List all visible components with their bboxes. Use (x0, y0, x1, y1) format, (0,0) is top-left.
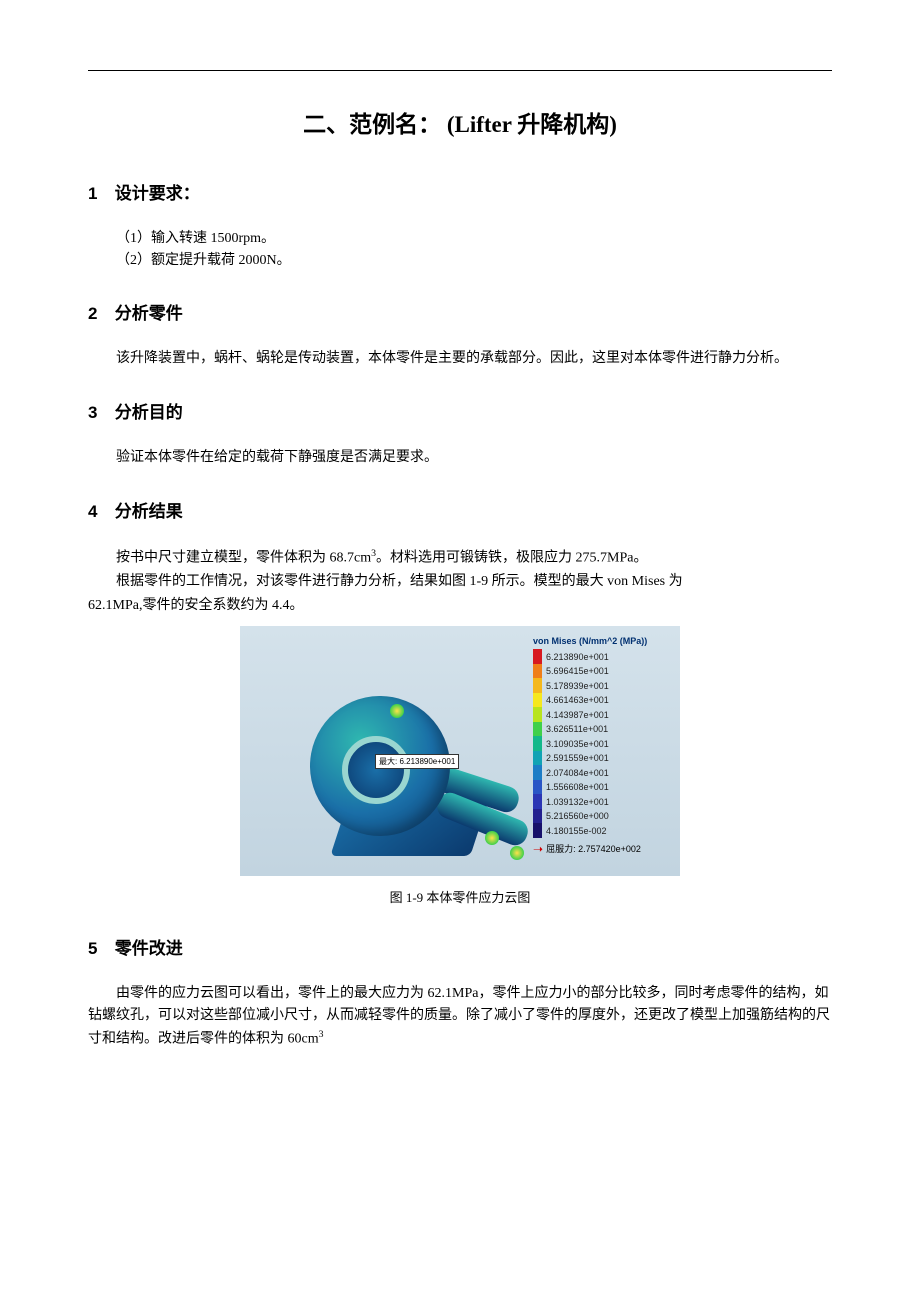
arrow-icon: ➝ (533, 842, 543, 856)
legend-swatch (533, 765, 542, 780)
section-num: 4 (88, 502, 110, 522)
legend-swatch (533, 780, 542, 795)
legend-swatch (533, 722, 542, 737)
legend-value: 5.216560e+000 (546, 811, 609, 821)
legend-row: 2.074084e+001 (533, 765, 668, 780)
section-label: 分析目的 (115, 403, 183, 422)
document-page: 二、范例名： (Lifter 升降机构) 1 设计要求： （1）输入转速 150… (0, 0, 920, 1092)
legend-value: 1.556608e+001 (546, 782, 609, 792)
legend-row: 3.626511e+001 (533, 722, 668, 737)
top-rule (88, 70, 832, 71)
paragraph: 62.1MPa,零件的安全系数约为 4.4。 (88, 595, 832, 617)
legend-row: 1.556608e+001 (533, 780, 668, 795)
legend-swatch (533, 664, 542, 679)
legend-value: 5.178939e+001 (546, 681, 609, 691)
section-num: 2 (88, 304, 110, 324)
yield-strength-row: ➝ 屈服力: 2.757420e+002 (533, 842, 668, 856)
legend-row: 5.696415e+001 (533, 664, 668, 679)
legend-value: 4.180155e-002 (546, 826, 607, 836)
legend-value: 2.591559e+001 (546, 753, 609, 763)
yield-label: 屈服力: 2.757420e+002 (546, 842, 641, 855)
legend-swatch (533, 649, 542, 664)
section-num: 1 (88, 184, 110, 204)
color-legend: von Mises (N/mm^2 (MPa)) 6.213890e+001 5.… (533, 636, 668, 856)
section-5-heading: 5 零件改进 (88, 934, 832, 959)
req-line-2: （2）额定提升载荷 2000N。 (116, 250, 832, 272)
legend-swatch (533, 693, 542, 708)
paragraph: 由零件的应力云图可以看出，零件上的最大应力为 62.1MPa，零件上应力小的部分… (88, 983, 832, 1050)
legend-row: 2.591559e+001 (533, 751, 668, 766)
section-label: 零件改进 (115, 939, 183, 958)
page-title: 二、范例名： (Lifter 升降机构) (88, 105, 832, 139)
section-label: 分析零件 (115, 304, 183, 323)
superscript: 3 (319, 1029, 324, 1040)
section-1-body: （1）输入转速 1500rpm。 （2）额定提升载荷 2000N。 (88, 228, 832, 271)
legend-value: 4.143987e+001 (546, 710, 609, 720)
figure-caption: 图 1-9 本体零件应力云图 (88, 887, 832, 906)
section-4-heading: 4 分析结果 (88, 497, 832, 522)
section-5-body: 由零件的应力云图可以看出，零件上的最大应力为 62.1MPa，零件上应力小的部分… (88, 983, 832, 1050)
stress-cloud-figure: 最大: 6.213890e+001 von Mises (N/mm^2 (MPa… (240, 626, 680, 876)
section-1-heading: 1 设计要求： (88, 179, 832, 204)
text-run: 按书中尺寸建立模型，零件体积为 68.7cm (116, 550, 371, 565)
section-3-heading: 3 分析目的 (88, 398, 832, 423)
legend-row: 6.213890e+001 (533, 649, 668, 664)
paragraph: 该升降装置中，蜗杆、蜗轮是传动装置，本体零件是主要的承载部分。因此，这里对本体零… (88, 348, 832, 370)
section-3-body: 验证本体零件在给定的载荷下静强度是否满足要求。 (88, 447, 832, 469)
text-run: 。材料选用可锻铸铁，极限应力 275.7MPa。 (376, 550, 647, 565)
section-label: 分析结果 (115, 502, 183, 521)
legend-value: 2.074084e+001 (546, 768, 609, 778)
legend-swatch (533, 736, 542, 751)
legend-swatch (533, 678, 542, 693)
section-label: 设计要求： (115, 184, 200, 203)
legend-value: 5.696415e+001 (546, 666, 609, 676)
fea-model: 最大: 6.213890e+001 (270, 656, 520, 856)
model-hub (342, 736, 410, 804)
legend-swatch (533, 751, 542, 766)
section-4-body: 按书中尺寸建立模型，零件体积为 68.7cm3。材料选用可锻铸铁，极限应力 27… (88, 546, 832, 617)
legend-swatch (533, 707, 542, 722)
section-2-heading: 2 分析零件 (88, 299, 832, 324)
max-stress-callout: 最大: 6.213890e+001 (375, 754, 459, 769)
section-num: 3 (88, 403, 110, 423)
legend-value: 3.109035e+001 (546, 739, 609, 749)
paragraph: 验证本体零件在给定的载荷下静强度是否满足要求。 (88, 447, 832, 469)
legend-swatch (533, 794, 542, 809)
section-2-body: 该升降装置中，蜗杆、蜗轮是传动装置，本体零件是主要的承载部分。因此，这里对本体零… (88, 348, 832, 370)
legend-row: 4.143987e+001 (533, 707, 668, 722)
paragraph: 按书中尺寸建立模型，零件体积为 68.7cm3。材料选用可锻铸铁，极限应力 27… (88, 546, 832, 569)
legend-swatch (533, 823, 542, 838)
legend-value: 3.626511e+001 (546, 724, 608, 734)
legend-row: 4.661463e+001 (533, 693, 668, 708)
stress-hotspot (485, 831, 499, 845)
stress-hotspot (510, 846, 524, 860)
legend-row: 4.180155e-002 (533, 823, 668, 838)
figure-1-9: 最大: 6.213890e+001 von Mises (N/mm^2 (MPa… (88, 626, 832, 906)
legend-value: 4.661463e+001 (546, 695, 609, 705)
legend-value: 6.213890e+001 (546, 652, 609, 662)
paragraph: 根据零件的工作情况，对该零件进行静力分析，结果如图 1-9 所示。模型的最大 v… (88, 571, 832, 593)
legend-swatch (533, 809, 542, 824)
text-run: 由零件的应力云图可以看出，零件上的最大应力为 62.1MPa，零件上应力小的部分… (88, 986, 830, 1046)
legend-value: 1.039132e+001 (546, 797, 609, 807)
legend-row: 5.216560e+000 (533, 809, 668, 824)
req-line-1: （1）输入转速 1500rpm。 (116, 228, 832, 250)
legend-row: 3.109035e+001 (533, 736, 668, 751)
legend-row: 5.178939e+001 (533, 678, 668, 693)
legend-title: von Mises (N/mm^2 (MPa)) (533, 636, 668, 646)
legend-row: 1.039132e+001 (533, 794, 668, 809)
section-num: 5 (88, 939, 110, 959)
